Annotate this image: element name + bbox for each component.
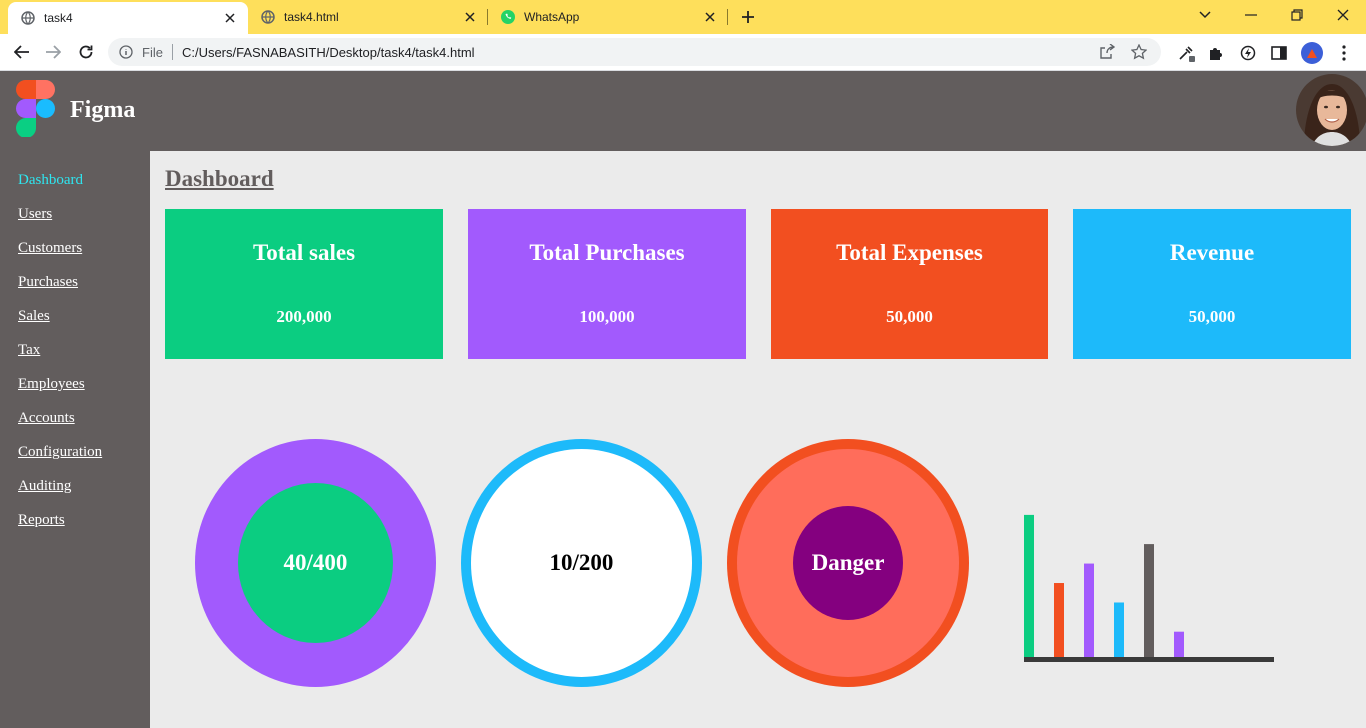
- card-value: 100,000: [579, 307, 635, 326]
- sidebar-item-dashboard[interactable]: Dashboard: [18, 172, 83, 189]
- reload-icon[interactable]: [74, 41, 98, 63]
- chart-bar: [1024, 514, 1034, 657]
- profile-avatar-icon[interactable]: [1301, 42, 1323, 64]
- info-icon[interactable]: [118, 44, 134, 60]
- card-value: 200,000: [276, 307, 332, 326]
- globe-icon: [20, 10, 36, 26]
- tab-title: task4.html: [284, 10, 339, 24]
- bookmark-star-icon[interactable]: [1129, 42, 1149, 62]
- chart-bar: [1144, 544, 1154, 657]
- share-icon[interactable]: [1097, 42, 1117, 62]
- progress-ring-blue: 10/200: [461, 439, 702, 687]
- brand-name: Figma: [70, 97, 136, 123]
- sidebar-item-sales[interactable]: Sales: [18, 308, 50, 325]
- chart-bar: [1114, 602, 1124, 657]
- tab-search-chevron-icon[interactable]: [1193, 4, 1217, 26]
- scheme-label: File: [142, 44, 163, 60]
- progress-ring-purple: 40/400: [195, 439, 436, 687]
- url-text[interactable]: C:/Users/FASNABASITH/Desktop/task4/task4…: [182, 45, 1097, 60]
- sidebar-item-auditing[interactable]: Auditing: [18, 478, 71, 495]
- tab-title: task4: [44, 11, 73, 25]
- figma-logo-icon: [14, 79, 56, 138]
- sidebar-item-purchases[interactable]: Purchases: [18, 274, 78, 291]
- sidebar: Dashboard Users Customers Purchases Sale…: [0, 151, 150, 728]
- ring-label: Danger: [793, 506, 903, 620]
- omnibox-divider: [171, 44, 173, 60]
- globe-icon: [260, 9, 276, 25]
- browser-toolbar: File C:/Users/FASNABASITH/Desktop/task4/…: [0, 34, 1366, 71]
- chart-bar: [1174, 631, 1184, 657]
- tab-whatsapp[interactable]: WhatsApp: [488, 0, 728, 34]
- card-total-purchases: Total Purchases 100,000: [468, 209, 746, 359]
- menu-kebab-icon[interactable]: [1333, 42, 1355, 64]
- card-total-sales: Total sales 200,000: [165, 209, 443, 359]
- ring-label: 10/200: [471, 449, 692, 677]
- card-revenue: Revenue 50,000: [1073, 209, 1351, 359]
- tab-title: WhatsApp: [524, 10, 580, 24]
- extensions-puzzle-icon[interactable]: [1205, 42, 1227, 64]
- tab-separator: [727, 9, 728, 25]
- page-title: Dashboard: [165, 166, 274, 191]
- sidebar-item-users[interactable]: Users: [18, 206, 52, 223]
- new-tab-button[interactable]: [738, 7, 758, 27]
- ring-middle: Danger: [737, 449, 959, 677]
- sidebar-item-configuration[interactable]: Configuration: [18, 444, 102, 461]
- card-value: 50,000: [1188, 307, 1236, 326]
- card-total-expenses: Total Expenses 50,000: [771, 209, 1048, 359]
- card-title: Total Purchases: [529, 240, 685, 265]
- sidebar-item-accounts[interactable]: Accounts: [18, 410, 75, 427]
- restore-icon[interactable]: [1285, 4, 1309, 26]
- bar-chart: [1024, 514, 1274, 662]
- sidebar-item-employees[interactable]: Employees: [18, 376, 85, 393]
- sidebar-item-tax[interactable]: Tax: [18, 342, 40, 359]
- whatsapp-icon: [500, 9, 516, 25]
- back-arrow-icon[interactable]: [10, 41, 34, 63]
- side-panel-icon[interactable]: [1268, 42, 1290, 64]
- close-icon[interactable]: [222, 10, 238, 26]
- page-header: Figma: [0, 71, 1366, 151]
- chart-bar: [1054, 583, 1064, 657]
- minimize-icon[interactable]: [1239, 4, 1263, 26]
- sidebar-item-reports[interactable]: Reports: [18, 512, 65, 529]
- progress-ring-danger: Danger: [727, 439, 969, 687]
- close-icon[interactable]: [462, 9, 478, 25]
- close-icon[interactable]: [702, 9, 718, 25]
- tab-task4[interactable]: task4: [8, 2, 248, 34]
- eyedropper-extension-icon[interactable]: [1175, 42, 1197, 64]
- browser-tab-bar: task4 task4.html WhatsApp: [0, 0, 1366, 34]
- chart-bar: [1084, 563, 1094, 657]
- forward-arrow-icon[interactable]: [41, 41, 65, 63]
- ring-label: 40/400: [238, 483, 393, 643]
- card-title: Total sales: [252, 240, 356, 265]
- tab-task4-html[interactable]: task4.html: [248, 0, 488, 34]
- user-avatar[interactable]: [1296, 74, 1366, 146]
- performance-icon[interactable]: [1237, 42, 1259, 64]
- address-bar[interactable]: File C:/Users/FASNABASITH/Desktop/task4/…: [108, 38, 1161, 66]
- card-value: 50,000: [886, 307, 933, 326]
- card-title: Revenue: [1169, 240, 1255, 265]
- close-window-icon[interactable]: [1331, 4, 1355, 26]
- sidebar-item-customers[interactable]: Customers: [18, 240, 82, 257]
- chart-x-axis: [1024, 657, 1274, 662]
- card-title: Total Expenses: [836, 240, 983, 265]
